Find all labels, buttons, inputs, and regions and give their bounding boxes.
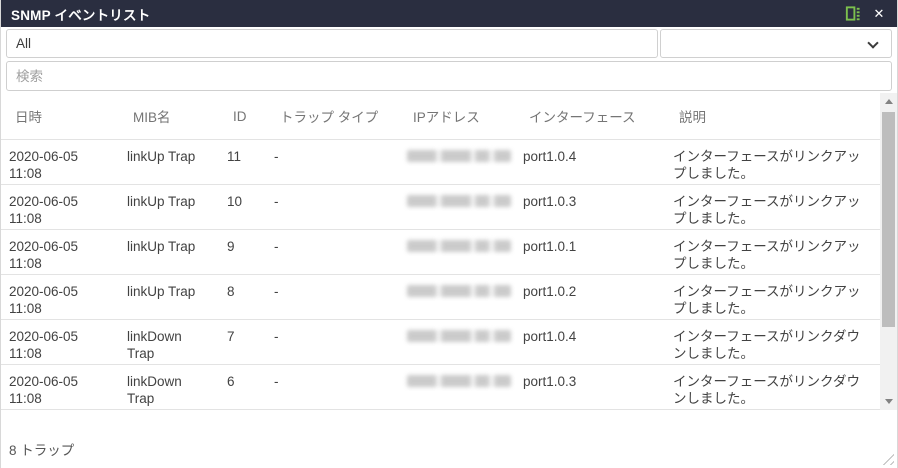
cell-datetime: 2020-06-05 11:08 <box>1 275 119 317</box>
trap-count-summary: 8 トラップ <box>9 439 74 459</box>
col-header-description: 説明 <box>665 106 880 126</box>
chevron-down-icon <box>867 37 878 48</box>
cell-description: インターフェースがリンクアップしました。 <box>665 140 880 182</box>
cell-description: インターフェースがリンクアップしました。 <box>665 185 880 227</box>
cell-datetime: 2020-06-05 11:08 <box>1 185 119 227</box>
cell-ip-address <box>399 275 515 301</box>
cell-mib-name: linkDown Trap <box>119 365 219 407</box>
cell-ip-address <box>399 320 515 346</box>
table-header-row: 日時 MIB名 ID トラップ タイプ IPアドレス インターフェース 説明 <box>1 93 880 140</box>
widget-footer: 8 トラップ <box>1 410 897 468</box>
cell-interface: port1.0.3 <box>515 185 665 210</box>
table-row: 2020-06-05 11:08 linkDown Trap 7 - port1… <box>1 320 880 365</box>
cell-interface: port1.0.3 <box>515 365 665 390</box>
snmp-event-list-widget: SNMP イベントリスト ✕ All <box>0 0 898 468</box>
cell-ip-address <box>399 365 515 391</box>
cell-ip-address <box>399 140 515 166</box>
event-table: 日時 MIB名 ID トラップ タイプ IPアドレス インターフェース 説明 2… <box>1 93 897 410</box>
cell-mib-name: linkUp Trap <box>119 230 219 255</box>
device-filter-value: All <box>7 36 31 51</box>
scroll-down-button[interactable] <box>880 393 897 410</box>
blurred-ip-value <box>407 195 511 207</box>
col-header-mib: MIB名 <box>119 106 219 126</box>
cell-interface: port1.0.4 <box>515 140 665 165</box>
cell-trap-type: - <box>266 320 399 345</box>
col-header-ip: IPアドレス <box>399 106 515 126</box>
cell-datetime: 2020-06-05 11:08 <box>1 365 119 407</box>
blurred-ip-value <box>407 240 511 252</box>
cell-interface: port1.0.2 <box>515 275 665 300</box>
table-row: 2020-06-05 11:08 linkUp Trap 11 - port1.… <box>1 140 880 185</box>
filter-row: All <box>6 29 892 58</box>
cell-ip-address <box>399 185 515 211</box>
secondary-filter-select[interactable] <box>660 29 892 58</box>
table-body: 2020-06-05 11:08 linkUp Trap 11 - port1.… <box>1 140 880 410</box>
cell-datetime: 2020-06-05 11:08 <box>1 320 119 362</box>
search-input[interactable] <box>6 61 892 91</box>
table-row: 2020-06-05 11:08 linkUp Trap 10 - port1.… <box>1 185 880 230</box>
cell-id: 7 <box>219 320 266 345</box>
cell-mib-name: linkUp Trap <box>119 140 219 165</box>
cell-trap-type: - <box>266 185 399 210</box>
cell-id: 10 <box>219 185 266 210</box>
cell-trap-type: - <box>266 275 399 300</box>
scroll-up-button[interactable] <box>880 93 897 110</box>
col-header-trap-type: トラップ タイプ <box>266 106 399 126</box>
scroll-up-icon <box>885 99 893 104</box>
cell-id: 6 <box>219 365 266 390</box>
table-row: 2020-06-05 11:08 linkUp Trap 9 - port1.0… <box>1 230 880 275</box>
cell-mib-name: linkUp Trap <box>119 275 219 300</box>
cell-datetime: 2020-06-05 11:08 <box>1 230 119 272</box>
cell-trap-type: - <box>266 230 399 255</box>
close-icon[interactable]: ✕ <box>871 6 887 22</box>
table-row: 2020-06-05 11:08 linkUp Trap 8 - port1.0… <box>1 275 880 320</box>
cell-datetime: 2020-06-05 11:08 <box>1 140 119 182</box>
cell-description: インターフェースがリンクダウンしました。 <box>665 320 880 362</box>
cell-trap-type: - <box>266 365 399 390</box>
col-header-datetime: 日時 <box>1 106 119 126</box>
cell-interface: port1.0.1 <box>515 230 665 255</box>
search-row <box>6 61 892 91</box>
blurred-ip-value <box>407 375 511 387</box>
cell-id: 9 <box>219 230 266 255</box>
cell-description: インターフェースがリンクダウンしました。 <box>665 365 880 407</box>
cell-description: インターフェースがリンクアップしました。 <box>665 230 880 272</box>
col-header-id: ID <box>219 109 266 124</box>
cell-id: 8 <box>219 275 266 300</box>
widget-title: SNMP イベントリスト <box>11 4 844 24</box>
cell-ip-address <box>399 230 515 256</box>
cell-interface: port1.0.4 <box>515 320 665 345</box>
device-filter-select[interactable]: All <box>6 29 658 58</box>
dock-panel-icon <box>844 5 861 22</box>
cell-mib-name: linkUp Trap <box>119 185 219 210</box>
blurred-ip-value <box>407 150 511 162</box>
blurred-ip-value <box>407 330 511 342</box>
table-row: 2020-06-05 11:08 linkDown Trap 6 - port1… <box>1 365 880 410</box>
cell-id: 11 <box>219 140 266 165</box>
widget-titlebar: SNMP イベントリスト ✕ <box>1 0 897 27</box>
cell-mib-name: linkDown Trap <box>119 320 219 362</box>
cell-description: インターフェースがリンクアップしました。 <box>665 275 880 317</box>
cell-trap-type: - <box>266 140 399 165</box>
blurred-ip-value <box>407 285 511 297</box>
scroll-down-icon <box>885 399 893 404</box>
col-header-interface: インターフェース <box>515 106 665 126</box>
scrollbar-thumb[interactable] <box>882 112 895 327</box>
resize-grip[interactable] <box>881 452 894 465</box>
vertical-scrollbar[interactable] <box>880 93 897 410</box>
dock-panel-button[interactable] <box>844 5 861 22</box>
